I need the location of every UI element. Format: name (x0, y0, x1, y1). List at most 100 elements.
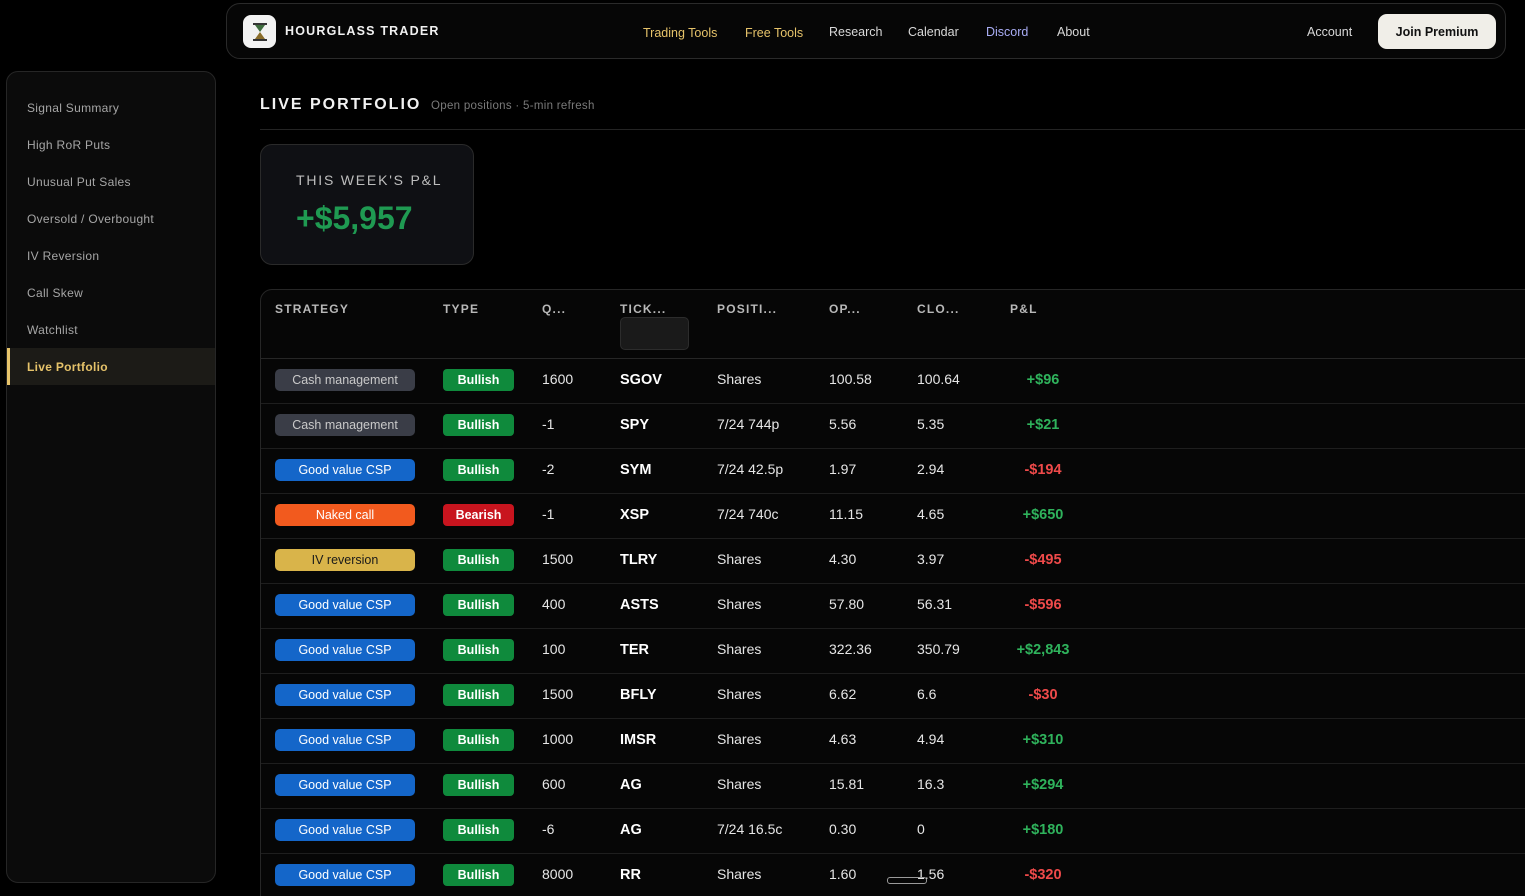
ticker-cell: AG (620, 777, 642, 793)
column-header-ticker[interactable]: TICK... (620, 302, 666, 316)
type-badge: Bullish (443, 459, 514, 481)
nav-discord[interactable]: Discord (986, 25, 1028, 39)
weekly-pnl-label: THIS WEEK'S P&L (296, 172, 443, 188)
ticker-cell: SPY (620, 417, 650, 433)
type-badge: Bullish (443, 414, 514, 436)
type-badge: Bullish (443, 819, 514, 841)
ticker-cell: XSP (620, 507, 650, 523)
close-price-cell: 350.79 (917, 641, 960, 657)
ticker-cell: SYM (620, 462, 652, 478)
open-price-cell: 5.56 (829, 416, 857, 432)
column-header-strategy[interactable]: STRATEGY (275, 302, 349, 316)
sidebar-item-unusual-put-sales[interactable]: Unusual Put Sales (7, 163, 215, 200)
table-row[interactable]: Good value CSP Bullish 400 ASTS Shares 57.80 5… (261, 584, 1525, 629)
nav-trading-tools[interactable]: Trading Tools (643, 26, 717, 40)
position-cell: Shares (717, 731, 762, 747)
nav-free-tools[interactable]: Free Tools (745, 26, 803, 40)
table-row[interactable]: Good value CSP Bullish 8000 RR Shares 1.60 1.5… (261, 854, 1525, 896)
pnl-cell: +$650 (1022, 507, 1064, 523)
table-row[interactable]: Cash management Bullish -1 SPY 7/24 744p 5.56… (261, 404, 1525, 449)
type-badge: Bearish (443, 504, 514, 526)
sidebar-item-call-skew[interactable]: Call Skew (7, 274, 215, 311)
hourglass-logo-icon[interactable] (243, 15, 276, 48)
top-navbar: HOURGLASS TRADER Trading Tools Free Tool… (226, 3, 1506, 59)
account-link[interactable]: Account (1307, 25, 1352, 39)
table-row[interactable]: Good value CSP Bullish -6 AG 7/24 16.5c 0.30 0… (261, 809, 1525, 854)
table-row[interactable]: IV reversion Bullish 1500 TLRY Shares 4.30 3.9… (261, 539, 1525, 584)
pnl-cell: +$2,843 (1016, 642, 1070, 658)
strategy-badge: Naked call (275, 504, 415, 526)
page-subtitle: Open positions · 5-min refresh (431, 100, 595, 112)
column-header-position[interactable]: POSITI... (717, 302, 777, 316)
open-price-cell: 4.63 (829, 731, 857, 747)
column-header-type[interactable]: TYPE (443, 302, 479, 316)
nav-calendar[interactable]: Calendar (908, 25, 959, 39)
quantity-cell: -6 (542, 821, 555, 837)
table-row[interactable]: Cash management Bullish 1600 SGOV Shares 100.… (261, 359, 1525, 404)
strategy-badge: Good value CSP (275, 729, 415, 751)
nav-about[interactable]: About (1057, 25, 1090, 39)
open-price-cell: 6.62 (829, 686, 857, 702)
table-row[interactable]: Naked call Bearish -1 XSP 7/24 740c 11.15 4.65… (261, 494, 1525, 539)
column-header-close[interactable]: CLO... (917, 302, 960, 316)
ticker-cell: BFLY (620, 687, 657, 703)
sidebar-item-high-ror-puts[interactable]: High RoR Puts (7, 126, 215, 163)
quantity-cell: -1 (542, 506, 555, 522)
strategy-badge: Good value CSP (275, 594, 415, 616)
table-row[interactable]: Good value CSP Bullish 1500 BFLY Shares 6.62 6… (261, 674, 1525, 719)
position-cell: Shares (717, 866, 762, 882)
pnl-cell: +$21 (1026, 417, 1060, 433)
sidebar-item-live-portfolio[interactable]: Live Portfolio (7, 348, 215, 385)
open-price-cell: 4.30 (829, 551, 857, 567)
horizontal-scroll-handle[interactable] (887, 877, 927, 884)
table-row[interactable]: Good value CSP Bullish -2 SYM 7/24 42.5p 1.97… (261, 449, 1525, 494)
pnl-cell: -$596 (1024, 597, 1062, 613)
table-row[interactable]: Good value CSP Bullish 600 AG Shares 15.81 16.… (261, 764, 1525, 809)
ticker-cell: TER (620, 642, 649, 658)
strategy-badge: Cash management (275, 414, 415, 436)
close-price-cell: 2.94 (917, 461, 945, 477)
join-premium-button[interactable]: Join Premium (1378, 14, 1496, 49)
quantity-cell: 1600 (542, 371, 574, 387)
ticker-filter-input[interactable] (620, 317, 689, 350)
close-price-cell: 5.35 (917, 416, 945, 432)
type-badge: Bullish (443, 369, 514, 391)
close-price-cell: 0 (917, 821, 925, 837)
pnl-cell: +$96 (1026, 372, 1060, 388)
column-header-open[interactable]: OP... (829, 302, 861, 316)
strategy-badge: Good value CSP (275, 684, 415, 706)
strategy-badge: Cash management (275, 369, 415, 391)
table-row[interactable]: Good value CSP Bullish 100 TER Shares 322.36 3… (261, 629, 1525, 674)
ticker-cell: RR (620, 867, 641, 883)
nav-research[interactable]: Research (829, 25, 883, 39)
quantity-cell: 1500 (542, 686, 574, 702)
sidebar-item-watchlist[interactable]: Watchlist (7, 311, 215, 348)
sidebar-item-iv-reversion[interactable]: IV Reversion (7, 237, 215, 274)
table-row[interactable]: Good value CSP Bullish 1000 IMSR Shares 4.63 4… (261, 719, 1525, 764)
ticker-cell: ASTS (620, 597, 659, 613)
brand-name[interactable]: HOURGLASS TRADER (285, 24, 440, 38)
position-cell: 7/24 740c (717, 506, 779, 522)
quantity-cell: 600 (542, 776, 566, 792)
strategy-badge: Good value CSP (275, 459, 415, 481)
type-badge: Bullish (443, 729, 514, 751)
pnl-cell: +$180 (1022, 822, 1064, 838)
column-header-pnl[interactable]: P&L (1010, 302, 1038, 316)
sidebar-item-signal-summary[interactable]: Signal Summary (7, 89, 215, 126)
column-header-quantity[interactable]: Q... (542, 302, 566, 316)
strategy-badge: Good value CSP (275, 774, 415, 796)
position-cell: 7/24 42.5p (717, 461, 784, 477)
quantity-cell: 1500 (542, 551, 574, 567)
quantity-cell: -2 (542, 461, 555, 477)
close-price-cell: 3.97 (917, 551, 945, 567)
open-price-cell: 1.97 (829, 461, 857, 477)
open-price-cell: 322.36 (829, 641, 872, 657)
close-price-cell: 4.65 (917, 506, 945, 522)
sidebar: Signal Summary High RoR Puts Unusual Put… (6, 71, 216, 883)
type-badge: Bullish (443, 549, 514, 571)
sidebar-item-oversold-overbought[interactable]: Oversold / Overbought (7, 200, 215, 237)
header-divider (260, 129, 1525, 130)
position-cell: 7/24 16.5c (717, 821, 783, 837)
position-cell: Shares (717, 776, 762, 792)
ticker-cell: IMSR (620, 732, 657, 748)
